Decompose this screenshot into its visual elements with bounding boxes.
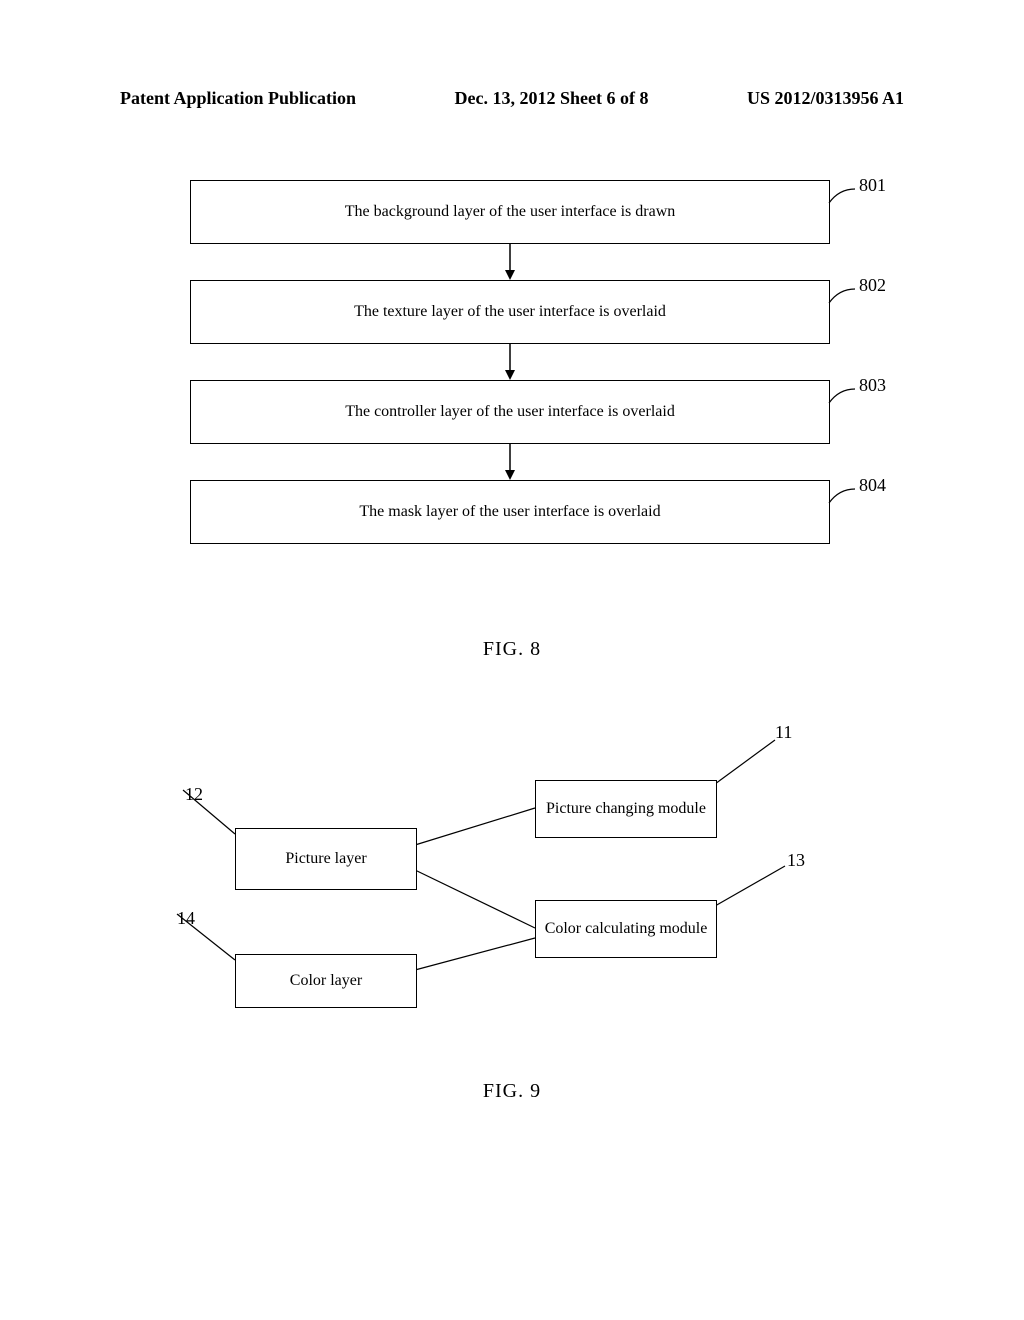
block-picture-changing-module: Picture changing module — [535, 780, 717, 838]
flow-step-label: 803 — [859, 375, 886, 396]
header-center: Dec. 13, 2012 Sheet 6 of 8 — [455, 88, 649, 109]
figure-9-block-diagram: Picture layer Color layer Picture changi… — [155, 720, 855, 1060]
figure-8-caption: FIG. 8 — [0, 638, 1024, 661]
block-text: Color layer — [290, 971, 362, 992]
ref-label-11: 11 — [775, 722, 792, 743]
block-picture-layer: Picture layer — [235, 828, 417, 890]
figure-8-flowchart: The background layer of the user interfa… — [190, 180, 830, 544]
flow-step-label: 804 — [859, 475, 886, 496]
arrow-down-icon — [190, 444, 830, 480]
page-header: Patent Application Publication Dec. 13, … — [0, 88, 1024, 109]
block-color-layer: Color layer — [235, 954, 417, 1008]
flow-step-802: The texture layer of the user interface … — [190, 280, 830, 344]
block-text: Picture changing module — [546, 799, 706, 820]
block-text: Picture layer — [285, 849, 366, 870]
ref-label-12: 12 — [185, 784, 203, 805]
flow-step-text: The texture layer of the user interface … — [354, 303, 666, 321]
ref-label-13: 13 — [787, 850, 805, 871]
lead-line — [829, 189, 859, 207]
arrow-down-icon — [190, 344, 830, 380]
flow-step-text: The mask layer of the user interface is … — [359, 503, 660, 521]
arrow-down-icon — [190, 244, 830, 280]
flow-step-text: The controller layer of the user interfa… — [345, 403, 675, 421]
lead-line — [829, 389, 859, 407]
header-right: US 2012/0313956 A1 — [747, 88, 904, 109]
flow-step-label: 802 — [859, 275, 886, 296]
flow-step-label: 801 — [859, 175, 886, 196]
block-color-calculating-module: Color calculating module — [535, 900, 717, 958]
header-left: Patent Application Publication — [120, 88, 356, 109]
lead-line — [829, 489, 859, 507]
figure-9-caption: FIG. 9 — [0, 1080, 1024, 1103]
flow-step-801: The background layer of the user interfa… — [190, 180, 830, 244]
flow-step-text: The background layer of the user interfa… — [345, 203, 676, 221]
block-text: Color calculating module — [545, 919, 708, 940]
flow-step-803: The controller layer of the user interfa… — [190, 380, 830, 444]
ref-label-14: 14 — [177, 908, 195, 929]
flow-step-804: The mask layer of the user interface is … — [190, 480, 830, 544]
lead-line — [829, 289, 859, 307]
